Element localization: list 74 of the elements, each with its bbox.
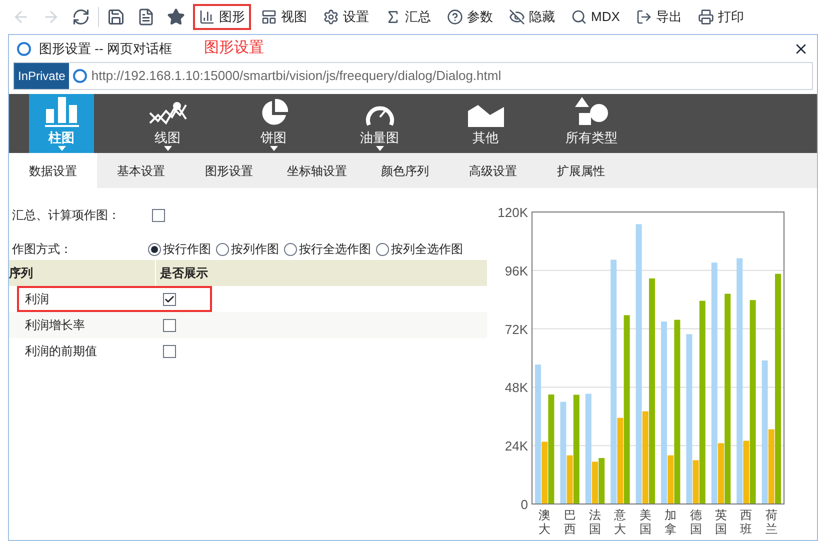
x-category-label: 意大 [614, 508, 626, 536]
chart-type-tab[interactable]: 饼图 [241, 94, 306, 153]
annotation-text: 图形设置 [204, 38, 264, 58]
x-category-label: 英国 [715, 508, 727, 536]
inprivate-badge: InPrivate [14, 63, 70, 89]
radio-option[interactable]: 按行作图 [148, 240, 211, 258]
x-category-label: 西班 [740, 508, 752, 536]
line-chart-icon [148, 101, 186, 127]
series-name: 利润 [24, 291, 50, 308]
gear-icon [323, 9, 339, 25]
checkbox[interactable] [163, 318, 176, 332]
settings-tab[interactable]: 高级设置 [449, 153, 537, 188]
area-chart-icon [468, 103, 504, 127]
radio-option[interactable]: 按行全选作图 [284, 240, 371, 258]
checkbox[interactable] [163, 292, 176, 306]
x-category-label: 巴西 [564, 508, 576, 536]
bar-chart-icon [199, 9, 215, 25]
settings-tab[interactable]: 颜色序列 [361, 153, 449, 188]
y-tick-label: 0 [520, 497, 528, 512]
settings-tab[interactable]: 图形设置 [185, 153, 273, 188]
y-tick-label: 96K [504, 263, 528, 278]
toolbar-button[interactable]: 参数 [441, 4, 499, 30]
layout-icon [261, 9, 277, 25]
x-category-label: 加拿 [664, 508, 677, 536]
series-name: 利润增长率 [24, 317, 86, 334]
printer-icon [698, 9, 714, 25]
toolbar-button[interactable]: 导出 [630, 4, 688, 30]
shapes-icon [574, 97, 608, 127]
y-tick-label: 48K [504, 380, 528, 396]
search-icon [571, 9, 587, 25]
pie-chart-icon [260, 99, 288, 127]
save-icon[interactable] [107, 8, 125, 26]
document-icon[interactable] [137, 8, 155, 26]
question-icon [447, 9, 463, 25]
series-name: 利润的前期值 [24, 343, 98, 360]
bar-chart-icon [44, 95, 78, 127]
hide-icon [509, 9, 525, 25]
x-category-label: 荷兰 [765, 508, 778, 536]
address-url: http://192.168.1.10:15000/smartbi/vision/js/freequery/dialog/Dialog.html [91, 67, 502, 86]
settings-tab[interactable]: 基本设置 [97, 153, 185, 188]
browser-logo-icon [17, 42, 31, 56]
toolbar-button[interactable]: 图形 [193, 4, 251, 30]
chart-type-tab[interactable]: 油量图 [347, 94, 412, 153]
browser-logo-icon [73, 69, 88, 83]
x-category-label: 法国 [589, 508, 601, 536]
toolbar-button[interactable]: MDX [565, 4, 626, 30]
toolbar-button[interactable]: 视图 [255, 4, 313, 30]
y-tick-label: 24K [504, 438, 528, 454]
y-tick-label: 120K [498, 205, 528, 220]
toolbar-button[interactable]: 隐藏 [503, 4, 561, 30]
y-tick-label: 72K [504, 322, 528, 337]
column-header: 是否展示 [159, 265, 209, 282]
chart-type-tab[interactable]: 所有类型 [559, 94, 624, 153]
x-category-label: 美国 [639, 508, 652, 536]
export-icon [636, 9, 652, 25]
chart-type-tab[interactable]: 线图 [135, 94, 200, 153]
checkbox[interactable] [152, 208, 165, 222]
x-category-label: 澳大 [538, 508, 551, 536]
toolbar-button[interactable]: 汇总 [379, 4, 437, 30]
settings-tab[interactable]: 数据设置 [9, 153, 97, 188]
dialog-title: 图形设置 -- 网页对话框 [39, 40, 172, 58]
radio-option[interactable]: 按列全选作图 [376, 240, 463, 258]
option-label: 作图方式： [12, 241, 73, 258]
chart-type-tab[interactable]: 其他 [453, 94, 518, 153]
x-category-label: 德国 [690, 508, 702, 536]
settings-tab[interactable]: 扩展属性 [537, 153, 625, 188]
checkbox[interactable] [163, 344, 176, 358]
radio-option[interactable]: 按列作图 [216, 240, 279, 258]
option-label: 汇总、计算项作图： [12, 207, 121, 224]
toolbar-button[interactable]: 打印 [692, 4, 750, 30]
toolbar-button[interactable]: 设置 [317, 4, 375, 30]
settings-tab[interactable]: 坐标轴设置 [273, 153, 361, 188]
refresh-icon[interactable] [72, 8, 90, 26]
star-icon[interactable] [167, 8, 185, 26]
